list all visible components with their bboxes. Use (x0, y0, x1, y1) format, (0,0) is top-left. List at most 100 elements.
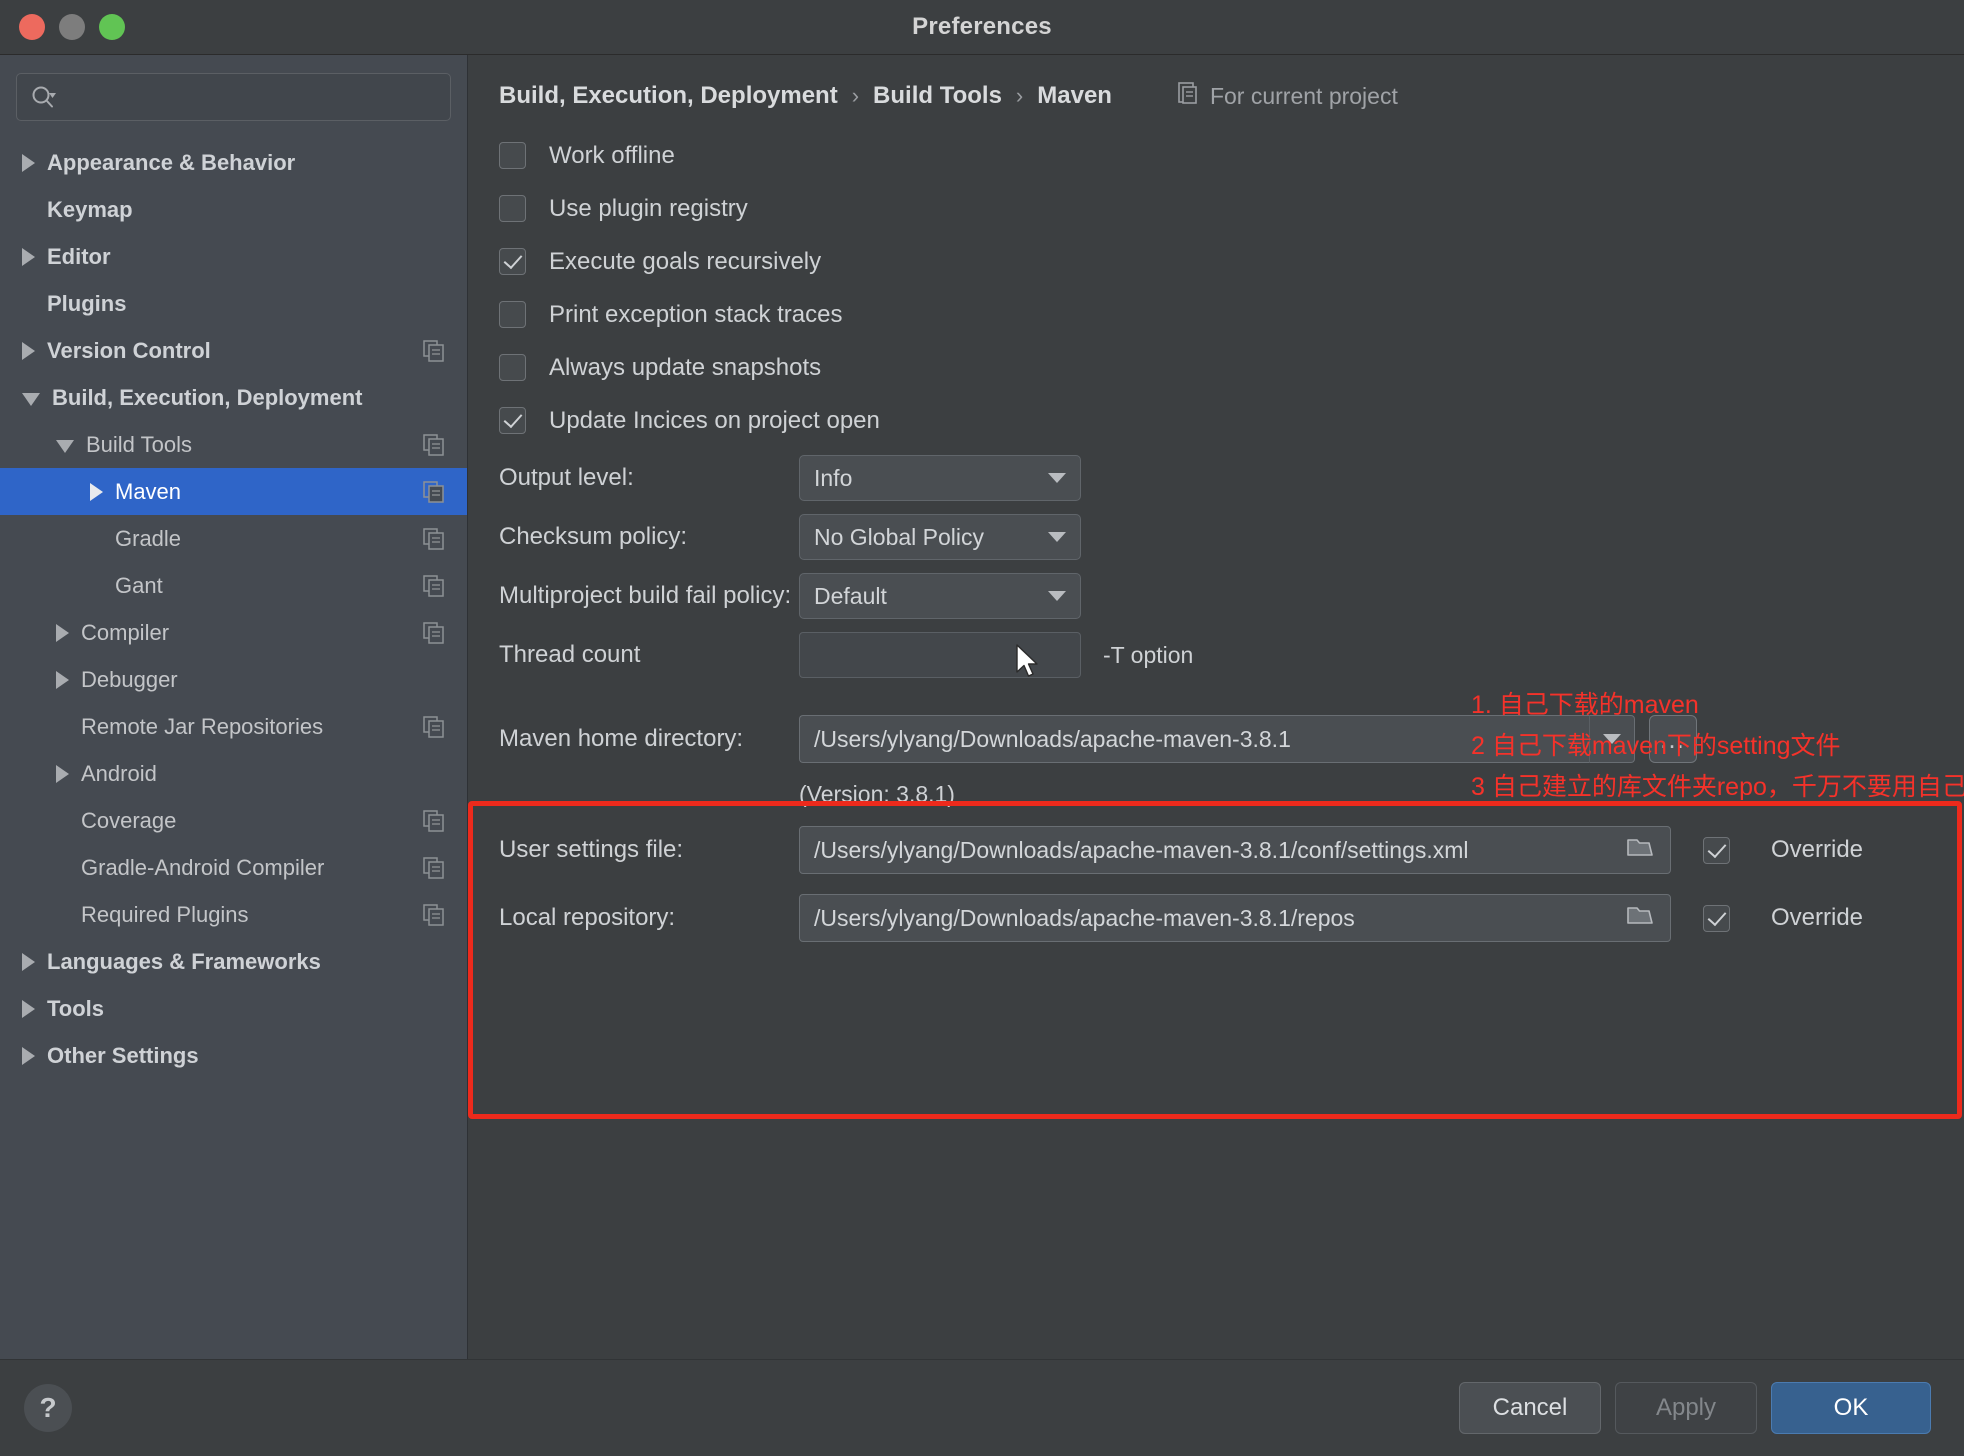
local-repository-override-label: Override (1771, 904, 1864, 931)
copy-settings-icon[interactable] (423, 574, 445, 597)
cancel-button[interactable]: Cancel (1459, 1382, 1601, 1434)
dialog-footer: ? Cancel Apply OK (0, 1359, 1964, 1456)
help-button[interactable]: ? (24, 1384, 72, 1432)
sidebar-item-appearance-behavior[interactable]: Appearance & Behavior (0, 139, 467, 186)
minimize-button[interactable] (59, 14, 85, 40)
select-dropdown[interactable]: Default (799, 573, 1081, 619)
chevron-down-icon[interactable] (56, 440, 74, 453)
sidebar-item-plugins[interactable]: Plugins (0, 280, 467, 327)
sidebar-item-compiler[interactable]: Compiler (0, 609, 467, 656)
sidebar-item-label: Other Settings (47, 1042, 199, 1068)
copy-settings-icon[interactable] (423, 480, 445, 503)
sidebar-item-label: Editor (47, 243, 111, 269)
sidebar-item-maven[interactable]: Maven (0, 468, 467, 515)
user-settings-input[interactable]: /Users/ylyang/Downloads/apache-maven-3.8… (799, 826, 1671, 874)
traffic-lights (19, 14, 125, 40)
checkbox-label: Work offline (549, 141, 675, 169)
annotation-note: 1. 自己下载的maven 2 自己下载maven下的setting文件 3 自… (1471, 685, 1964, 808)
checkbox-row-always-update-snapshots[interactable]: Always update snapshots (499, 341, 1964, 394)
sidebar-item-build-execution-deployment[interactable]: Build, Execution, Deployment (0, 374, 467, 421)
local-repository-override-checkbox[interactable] (1703, 904, 1730, 932)
window-body: Appearance & Behavior Keymap Editor Plugins… (0, 55, 1964, 1359)
sidebar-item-tools[interactable]: Tools (0, 985, 467, 1032)
sidebar-item-languages-frameworks[interactable]: Languages & Frameworks (0, 938, 467, 985)
local-repository-input[interactable]: /Users/ylyang/Downloads/apache-maven-3.8… (799, 894, 1671, 942)
chevron-right-icon[interactable] (56, 623, 69, 642)
breadcrumb-item-1[interactable]: Build Tools (873, 82, 1002, 110)
folder-icon[interactable] (1626, 835, 1656, 865)
window-title: Preferences (912, 13, 1052, 40)
sidebar-item-label: Tools (47, 995, 105, 1021)
search-input[interactable] (57, 86, 438, 108)
checkbox-row-work-offline[interactable]: Work offline (499, 129, 1964, 182)
copy-settings-icon[interactable] (423, 433, 445, 456)
sidebar-item-version-control[interactable]: Version Control (0, 327, 467, 374)
copy-settings-icon[interactable] (423, 715, 445, 738)
apply-button[interactable]: Apply (1615, 1382, 1757, 1434)
folder-icon[interactable] (1626, 903, 1656, 933)
copy-settings-icon[interactable] (423, 903, 445, 926)
chevron-right-icon[interactable] (22, 999, 35, 1018)
search-box[interactable] (16, 73, 451, 121)
breadcrumb-item-0[interactable]: Build, Execution, Deployment (499, 82, 838, 110)
checkbox-row-use-plugin-registry[interactable]: Use plugin registry (499, 182, 1964, 235)
close-button[interactable] (19, 14, 45, 40)
sidebar-item-label: Plugins (47, 290, 127, 316)
checkbox-input[interactable] (499, 301, 526, 328)
checkbox-input[interactable] (499, 354, 526, 381)
sidebar-item-coverage[interactable]: Coverage (0, 797, 467, 844)
checkbox-row-update-incices-on-project-open[interactable]: Update Incices on project open (499, 394, 1964, 447)
checkbox-row-print-exception-stack-traces[interactable]: Print exception stack traces (499, 288, 1964, 341)
select-value: Info (814, 464, 853, 491)
sidebar-item-gradle[interactable]: Gradle (0, 515, 467, 562)
zoom-button[interactable] (99, 14, 125, 40)
sidebar-item-gradle-android-compiler[interactable]: Gradle-Android Compiler (0, 844, 467, 891)
chevron-right-icon[interactable] (22, 247, 35, 266)
checkbox-label: Print exception stack traces (549, 300, 843, 328)
sidebar-item-label: Android (81, 760, 157, 786)
user-settings-override[interactable]: Override (1703, 836, 1863, 864)
sidebar-item-remote-jar-repositories[interactable]: Remote Jar Repositories (0, 703, 467, 750)
sidebar-item-label: Keymap (47, 196, 133, 222)
sidebar-item-keymap[interactable]: Keymap (0, 186, 467, 233)
copy-settings-icon[interactable] (423, 621, 445, 644)
sidebar-item-gant[interactable]: Gant (0, 562, 467, 609)
sidebar-item-other-settings[interactable]: Other Settings (0, 1032, 467, 1079)
copy-settings-icon[interactable] (423, 527, 445, 550)
chevron-right-icon[interactable] (22, 1046, 35, 1065)
select-value: No Global Policy (814, 523, 985, 550)
checkbox-row-execute-goals-recursively[interactable]: Execute goals recursively (499, 235, 1964, 288)
title-bar: Preferences (0, 0, 1964, 55)
copy-settings-icon[interactable] (423, 809, 445, 832)
checkbox-input[interactable] (499, 407, 526, 434)
user-settings-override-checkbox[interactable] (1703, 836, 1730, 864)
thread-count-label: Thread count (499, 641, 641, 668)
select-dropdown[interactable]: No Global Policy (799, 514, 1081, 560)
chevron-right-icon[interactable] (22, 952, 35, 971)
copy-settings-icon[interactable] (423, 856, 445, 879)
select-dropdown[interactable]: Info (799, 455, 1081, 501)
thread-count-unit: -T option (1103, 641, 1194, 668)
checkbox-input[interactable] (499, 142, 526, 169)
main-panel: Build, Execution, Deployment › Build Too… (468, 55, 1964, 1359)
sidebar-item-debugger[interactable]: Debugger (0, 656, 467, 703)
copy-settings-icon[interactable] (423, 339, 445, 362)
chevron-right-icon[interactable] (22, 341, 35, 360)
chevron-right-icon[interactable] (56, 764, 69, 783)
sidebar-item-editor[interactable]: Editor (0, 233, 467, 280)
chevron-right-icon[interactable] (22, 153, 35, 172)
ok-button[interactable]: OK (1771, 1382, 1931, 1434)
sidebar-item-required-plugins[interactable]: Required Plugins (0, 891, 467, 938)
checkbox-input[interactable] (499, 195, 526, 222)
sidebar-item-android[interactable]: Android (0, 750, 467, 797)
checkbox-input[interactable] (499, 248, 526, 275)
sidebar-item-label: Gradle (115, 525, 182, 551)
chevron-down-icon (1048, 473, 1066, 483)
chevron-down-icon[interactable] (22, 393, 40, 406)
local-repository-override[interactable]: Override (1703, 904, 1863, 932)
chevron-right-icon[interactable] (90, 482, 103, 501)
chevron-right-icon[interactable] (56, 670, 69, 689)
sidebar-item-build-tools[interactable]: Build Tools (0, 421, 467, 468)
